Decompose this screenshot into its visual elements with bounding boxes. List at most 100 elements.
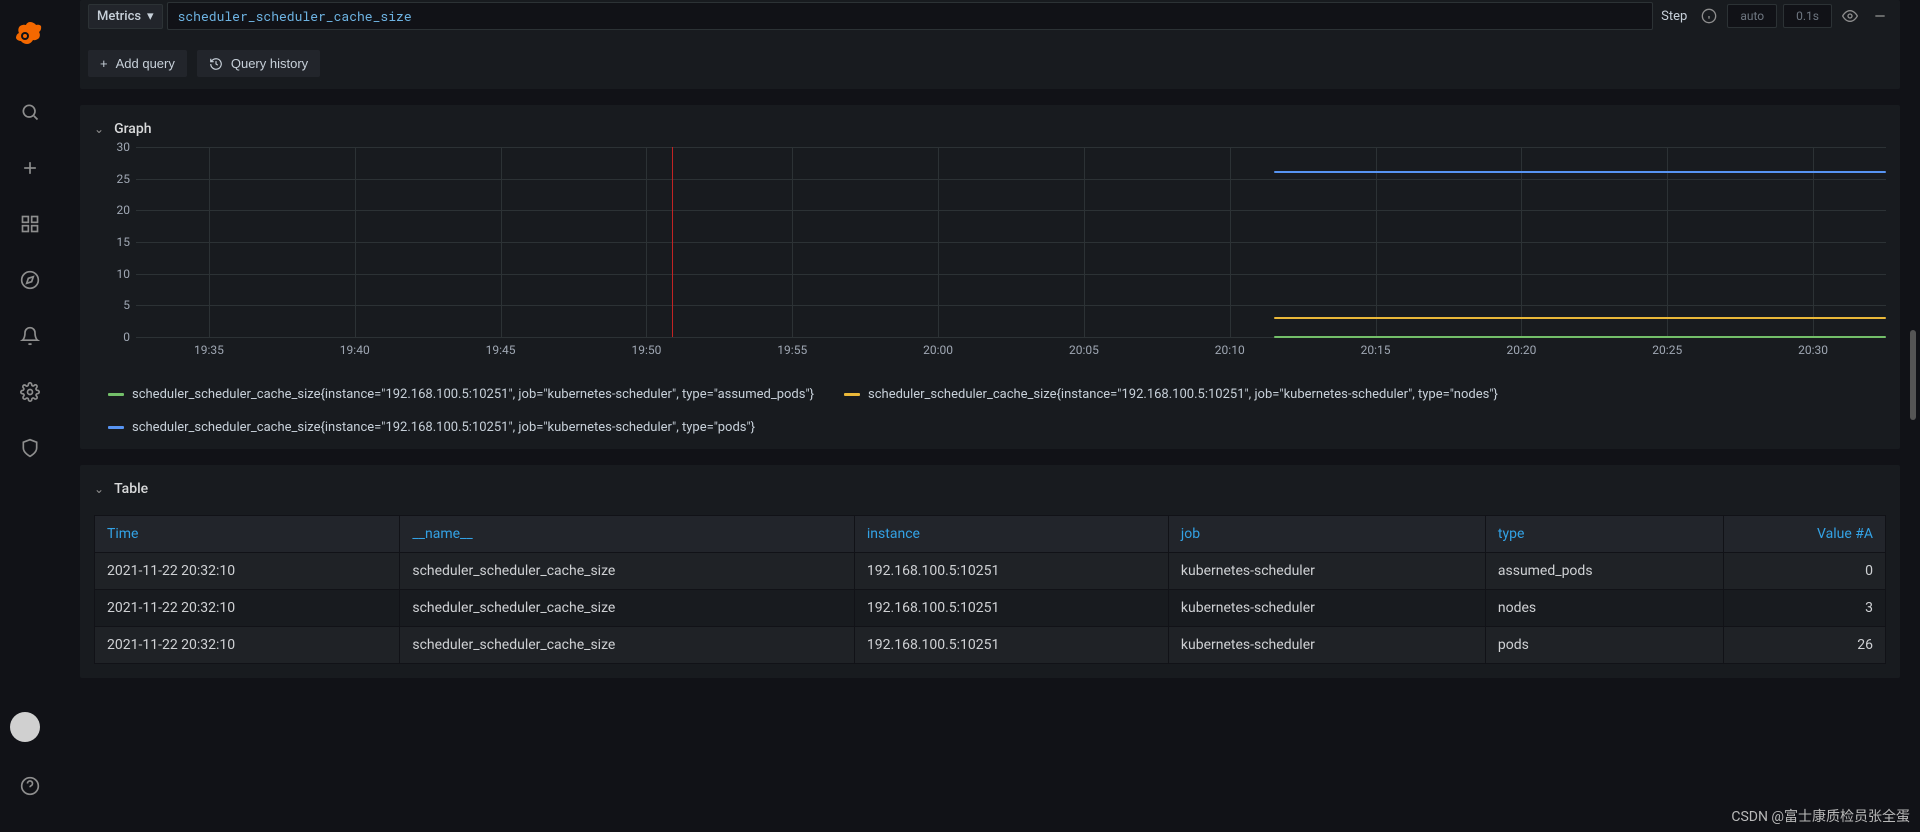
avatar[interactable] [10, 712, 40, 742]
cell: scheduler_scheduler_cache_size [400, 590, 855, 627]
chart-area[interactable]: 051015202530 19:3519:4019:4519:5019:5520… [102, 147, 1886, 377]
table-row[interactable]: 2021-11-22 20:32:10scheduler_scheduler_c… [95, 590, 1886, 627]
cell: scheduler_scheduler_cache_size [400, 627, 855, 664]
chart-legend: scheduler_scheduler_cache_size{instance=… [108, 377, 1886, 435]
y-axis: 051015202530 [102, 147, 132, 337]
series-pods[interactable] [1274, 171, 1887, 173]
y-tick: 25 [117, 172, 131, 186]
x-tick: 20:00 [923, 343, 953, 357]
cell: 2021-11-22 20:32:10 [95, 590, 400, 627]
graph-title: Graph [114, 121, 151, 137]
col-time[interactable]: Time [95, 516, 400, 553]
plus-icon[interactable] [10, 148, 50, 188]
y-tick: 5 [123, 298, 130, 312]
chevron-down-icon: ▾ [147, 9, 154, 24]
legend-item[interactable]: scheduler_scheduler_cache_size{instance=… [844, 387, 1498, 402]
y-tick: 15 [117, 235, 131, 249]
table-panel-header[interactable]: ⌄ Table [94, 475, 1886, 507]
metrics-dropdown[interactable]: Metrics ▾ [88, 4, 163, 29]
cell: scheduler_scheduler_cache_size [400, 553, 855, 590]
query-row: Metrics ▾ Step auto 0.1s [88, 0, 1892, 30]
watermark: CSDN @富士康质检员张全蛋 [1731, 806, 1910, 826]
col-type[interactable]: type [1485, 516, 1724, 553]
x-tick: 20:20 [1506, 343, 1536, 357]
query-history-button[interactable]: Query history [197, 50, 320, 77]
col-instance[interactable]: instance [854, 516, 1168, 553]
cell: 192.168.100.5:10251 [854, 553, 1168, 590]
query-expression-input[interactable] [167, 2, 1654, 30]
configuration-icon[interactable] [10, 372, 50, 412]
graph-panel: ⌄ Graph 051015202530 19:3519:4019:4519:5… [80, 105, 1900, 449]
add-query-label: Add query [116, 56, 175, 71]
x-tick: 19:40 [340, 343, 370, 357]
legend-item[interactable]: scheduler_scheduler_cache_size{instance=… [108, 420, 755, 435]
series-nodes[interactable] [1274, 317, 1887, 319]
legend-label: scheduler_scheduler_cache_size{instance=… [132, 420, 755, 435]
query-right-controls: Step auto 0.1s [1657, 4, 1892, 28]
step-label: Step [1657, 9, 1691, 24]
metrics-label: Metrics [97, 9, 141, 24]
cell: 3 [1724, 590, 1886, 627]
cell: 26 [1724, 627, 1886, 664]
chevron-down-icon: ⌄ [94, 122, 104, 136]
dashboards-icon[interactable] [10, 204, 50, 244]
cursor-line [672, 147, 673, 337]
action-row: + Add query Query history [88, 50, 1892, 77]
legend-swatch [108, 393, 124, 396]
x-tick: 20:25 [1652, 343, 1682, 357]
explore-icon[interactable] [10, 260, 50, 300]
plus-icon: + [100, 56, 108, 71]
table-row[interactable]: 2021-11-22 20:32:10scheduler_scheduler_c… [95, 627, 1886, 664]
cell: 2021-11-22 20:32:10 [95, 553, 400, 590]
help-icon[interactable] [10, 766, 50, 806]
cell: 192.168.100.5:10251 [854, 627, 1168, 664]
chevron-down-icon: ⌄ [94, 482, 104, 496]
eye-icon[interactable] [1838, 4, 1862, 28]
table-row[interactable]: 2021-11-22 20:32:10scheduler_scheduler_c… [95, 553, 1886, 590]
cell: 0 [1724, 553, 1886, 590]
data-table: Time__name__instancejobtypeValue #A 2021… [94, 515, 1886, 664]
cell: nodes [1485, 590, 1724, 627]
admin-icon[interactable] [10, 428, 50, 468]
query-panel: Metrics ▾ Step auto 0.1s + Add query Que… [80, 0, 1900, 89]
cell: 192.168.100.5:10251 [854, 590, 1168, 627]
table-header-row: Time__name__instancejobtypeValue #A [95, 516, 1886, 553]
x-tick: 20:30 [1798, 343, 1828, 357]
legend-label: scheduler_scheduler_cache_size{instance=… [868, 387, 1498, 402]
x-axis: 19:3519:4019:4519:5019:5520:0020:0520:10… [136, 343, 1886, 359]
y-tick: 20 [117, 203, 131, 217]
add-query-button[interactable]: + Add query [88, 50, 187, 77]
x-tick: 20:15 [1361, 343, 1391, 357]
cell: kubernetes-scheduler [1168, 627, 1485, 664]
alerting-icon[interactable] [10, 316, 50, 356]
x-tick: 20:05 [1069, 343, 1099, 357]
col-value-a[interactable]: Value #A [1724, 516, 1886, 553]
graph-panel-header[interactable]: ⌄ Graph [94, 115, 1886, 147]
series-assumed_pods[interactable] [1274, 336, 1887, 338]
col-job[interactable]: job [1168, 516, 1485, 553]
table-body: 2021-11-22 20:32:10scheduler_scheduler_c… [95, 553, 1886, 664]
sidebar-bottom [10, 712, 50, 822]
cell: pods [1485, 627, 1724, 664]
x-tick: 19:45 [486, 343, 516, 357]
main-content: Metrics ▾ Step auto 0.1s + Add query Que… [60, 0, 1920, 832]
x-tick: 19:35 [194, 343, 224, 357]
x-tick: 19:55 [777, 343, 807, 357]
sidebar [0, 0, 60, 832]
search-icon[interactable] [10, 92, 50, 132]
grafana-logo[interactable] [14, 20, 46, 52]
table-title: Table [114, 481, 148, 497]
legend-label: scheduler_scheduler_cache_size{instance=… [132, 387, 814, 402]
y-tick: 30 [117, 140, 131, 154]
col--name-[interactable]: __name__ [400, 516, 855, 553]
step-value[interactable]: auto [1727, 4, 1777, 28]
chart-plot[interactable] [136, 147, 1886, 337]
legend-item[interactable]: scheduler_scheduler_cache_size{instance=… [108, 387, 814, 402]
y-tick: 10 [117, 267, 131, 281]
scrollbar[interactable] [1910, 330, 1916, 420]
history-icon [209, 57, 223, 71]
info-icon[interactable] [1697, 4, 1721, 28]
table-wrap: Time__name__instancejobtypeValue #A 2021… [94, 515, 1886, 664]
cell: kubernetes-scheduler [1168, 553, 1485, 590]
remove-query-icon[interactable] [1868, 4, 1892, 28]
